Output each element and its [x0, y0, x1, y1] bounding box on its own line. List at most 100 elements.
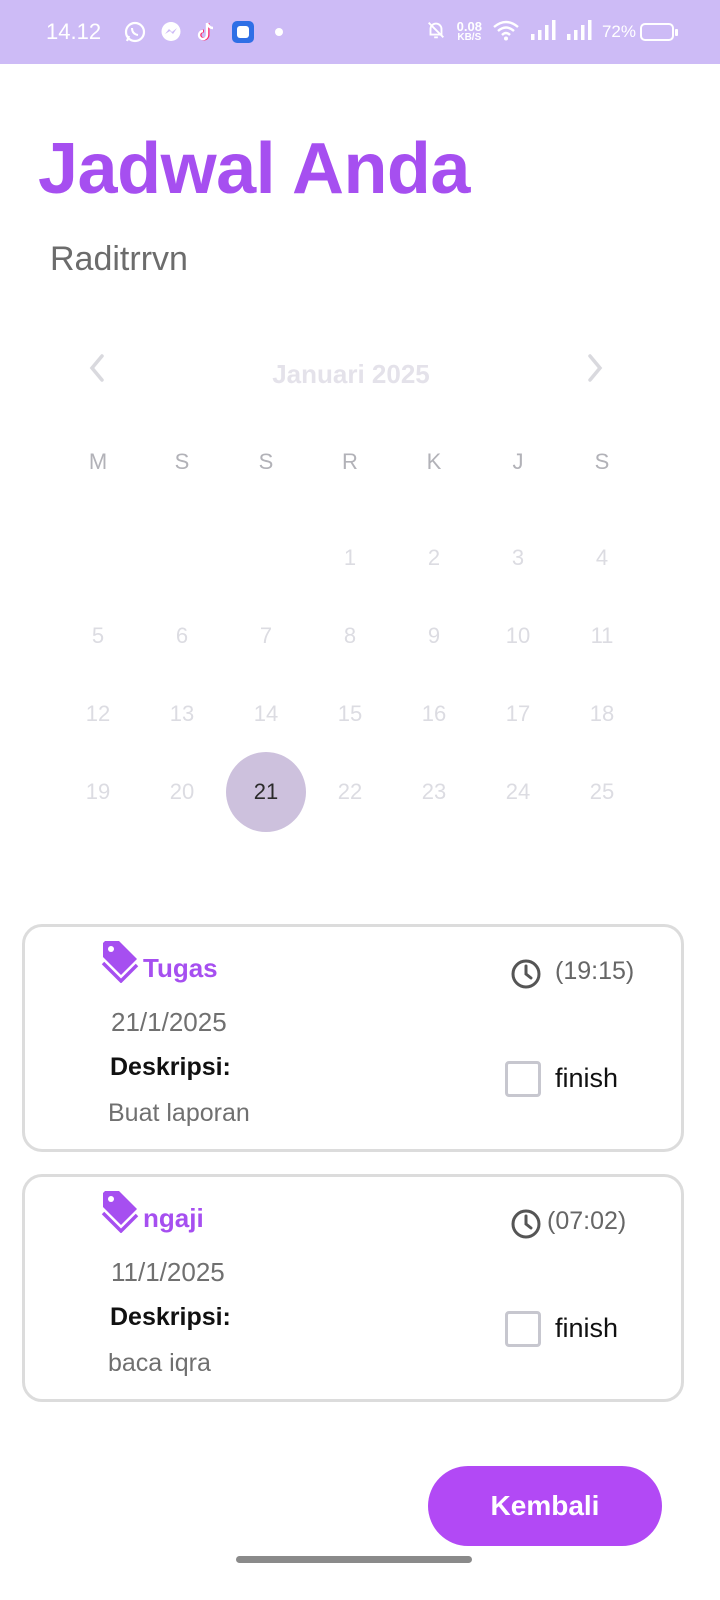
wifi-icon: [492, 19, 520, 46]
status-time: 14.12: [46, 19, 102, 44]
weekday-label: K: [426, 449, 442, 474]
calendar-day-number: 3: [511, 545, 525, 570]
clock-icon: [509, 1207, 543, 1246]
calendar-day[interactable]: 14: [224, 675, 308, 753]
schedule-description: baca iqra: [108, 1349, 211, 1377]
calendar-day-number: 22: [337, 779, 363, 804]
username: Raditrrvn: [50, 240, 188, 278]
finish-checkbox[interactable]: [505, 1061, 541, 1097]
calendar-day[interactable]: 4: [560, 519, 644, 597]
calendar-day[interactable]: 7: [224, 597, 308, 675]
calendar-blank: [140, 519, 224, 597]
calendar-day-number: 16: [421, 701, 447, 726]
calendar-day[interactable]: 8: [308, 597, 392, 675]
mute-icon: [425, 19, 447, 46]
calendar-month-label: Januari 2025: [272, 359, 430, 389]
calendar-day[interactable]: 3: [476, 519, 560, 597]
battery-icon: [640, 23, 678, 41]
schedule-card[interactable]: Tugas (19:15) 21/1/2025 Deskripsi: Buat …: [22, 924, 684, 1152]
calendar-day[interactable]: 25: [560, 753, 644, 831]
calendar-day[interactable]: 20: [140, 753, 224, 831]
calendar-grid: M S S R K J S 1 2 3 4 5 6 7 8 9 10 11 12 13 14 15 16 17 18 19 20 21…: [56, 441, 646, 832]
signal-icon: [530, 19, 556, 46]
schedule-date: 21/1/2025: [111, 1007, 227, 1037]
system-status: 0.08 KB/S 72%: [425, 19, 678, 46]
calendar-day-number: 8: [343, 623, 357, 648]
calendar-day-number: 7: [259, 623, 273, 648]
weekday-label: S: [258, 449, 274, 474]
schedule-card[interactable]: ngaji (07:02) 11/1/2025 Deskripsi: baca …: [22, 1174, 684, 1402]
calendar-day-number: 23: [421, 779, 447, 804]
calendar-day[interactable]: 15: [308, 675, 392, 753]
back-button[interactable]: Kembali: [428, 1466, 662, 1546]
calendar-day-number: 19: [85, 779, 111, 804]
whatsapp-icon: [123, 20, 147, 44]
weekday-label: J: [512, 449, 524, 474]
schedule-date: 11/1/2025: [111, 1257, 225, 1287]
weekday-label: R: [342, 449, 358, 474]
calendar-day[interactable]: 5: [56, 597, 140, 675]
tiktok-icon: [195, 20, 219, 44]
dot-icon: [267, 20, 291, 44]
network-speed-unit: KB/S: [457, 32, 482, 43]
calendar-day-number: 17: [505, 701, 531, 726]
chevron-right-icon[interactable]: [584, 351, 606, 391]
finish-checkbox[interactable]: [505, 1311, 541, 1347]
home-indicator[interactable]: [236, 1556, 472, 1563]
weekday-label: M: [88, 449, 108, 474]
calendar-day-number: 5: [91, 623, 105, 648]
calendar-day[interactable]: 18: [560, 675, 644, 753]
calendar-day-number: 10: [505, 623, 531, 648]
weekday-label: S: [174, 449, 190, 474]
signal-icon-2: [566, 19, 592, 46]
calendar-day-number: 24: [505, 779, 531, 804]
calendar-day-number: 15: [337, 701, 363, 726]
calendar-day-number: 18: [589, 701, 615, 726]
calendar: Januari 2025 M S S R K J S 1 2 3 4 5 6 7 8 9 10 11 12 13 14 1…: [56, 345, 646, 832]
calendar-day[interactable]: 16: [392, 675, 476, 753]
calendar-day[interactable]: 6: [140, 597, 224, 675]
calendar-day[interactable]: 13: [140, 675, 224, 753]
calendar-day[interactable]: 11: [560, 597, 644, 675]
schedule-time: (07:02): [547, 1207, 627, 1235]
description-label: Deskripsi:: [110, 1303, 231, 1331]
description-label: Deskripsi:: [110, 1053, 231, 1081]
calendar-day[interactable]: 24: [476, 753, 560, 831]
calendar-day[interactable]: 23: [392, 753, 476, 831]
calendar-day-number: 12: [85, 701, 111, 726]
finish-label: finish: [555, 1313, 619, 1343]
calendar-day-number: 21: [226, 752, 306, 832]
calendar-day-number: 11: [590, 623, 614, 648]
calendar-day[interactable]: 22: [308, 753, 392, 831]
network-speed: 0.08 KB/S: [456, 19, 482, 43]
network-speed-value: 0.08: [456, 19, 482, 34]
schedule-description: Buat laporan: [108, 1099, 250, 1127]
calendar-day-number: 20: [169, 779, 195, 804]
calendar-day[interactable]: 9: [392, 597, 476, 675]
calendar-day-number: 14: [253, 701, 279, 726]
calendar-blank: [224, 519, 308, 597]
calendar-blank: [56, 519, 140, 597]
schedule-time: (19:15): [555, 957, 635, 985]
calendar-day[interactable]: 12: [56, 675, 140, 753]
calendar-day-number: 25: [589, 779, 615, 804]
calendar-day[interactable]: 2: [392, 519, 476, 597]
calendar-day[interactable]: 10: [476, 597, 560, 675]
weekday-label: S: [594, 449, 610, 474]
calendar-day[interactable]: 17: [476, 675, 560, 753]
status-bar: 14.12 0.08 KB/S 72%: [0, 0, 720, 64]
finish-label: finish: [555, 1063, 619, 1093]
calendar-header: Januari 2025: [56, 345, 646, 401]
calendar-day-number: 6: [175, 623, 189, 648]
schedule-category: Tugas: [143, 953, 218, 983]
calendar-day-selected[interactable]: 21: [224, 752, 308, 832]
calendar-day-number: 4: [595, 545, 609, 570]
calendar-day-number: 2: [427, 545, 441, 570]
calendar-day-number: 1: [343, 545, 357, 570]
calendar-day[interactable]: 1: [308, 519, 392, 597]
notification-icons: [123, 20, 291, 44]
app-icon: [231, 20, 255, 44]
messenger-icon: [159, 20, 183, 44]
calendar-day[interactable]: 19: [56, 753, 140, 831]
battery-percent: 72%: [601, 22, 636, 41]
